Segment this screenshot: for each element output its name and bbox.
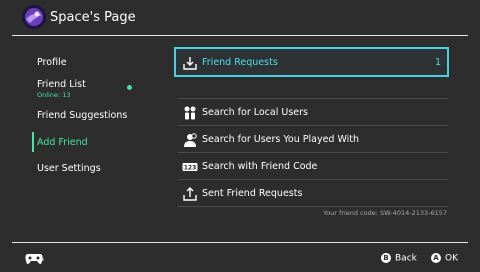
ok-label: OK: [445, 253, 458, 264]
friend-code-123-icon: 123: [182, 159, 198, 175]
sidebar-item-add-friend[interactable]: Add Friend: [37, 137, 88, 148]
sidebar-item-friend-suggestions[interactable]: Friend Suggestions: [37, 110, 127, 121]
friend-requests-label: Friend Requests: [202, 57, 278, 68]
sent-friend-requests-label: Sent Friend Requests: [202, 188, 303, 199]
controller-icon: [25, 250, 43, 266]
back-label: Back: [395, 253, 417, 264]
b-button-icon: B: [381, 253, 391, 263]
local-users-icon: [182, 105, 198, 121]
header: Space's Page: [0, 0, 480, 36]
header-divider: [12, 35, 468, 36]
svg-text:123: 123: [184, 165, 197, 172]
row-divider: [178, 206, 448, 207]
search-played-with-label: Search for Users You Played With: [202, 134, 360, 145]
online-count: Online: 13: [37, 91, 71, 99]
search-friend-code-label: Search with Friend Code: [202, 161, 318, 172]
friend-code-text: Your friend code: SW-4014-2133-6157: [323, 209, 447, 217]
selected-indicator: [32, 132, 34, 152]
row-divider: [178, 179, 448, 180]
played-with-icon: [182, 132, 198, 148]
sidebar-item-user-settings[interactable]: User Settings: [37, 163, 101, 174]
search-friend-code-button[interactable]: 123 Search with Friend Code: [178, 154, 448, 180]
sent-friend-requests-button[interactable]: Sent Friend Requests: [178, 181, 448, 207]
a-button-icon: A: [431, 253, 441, 263]
outbox-upload-icon: [182, 186, 198, 202]
online-indicator: [127, 85, 132, 90]
sidebar-item-profile[interactable]: Profile: [37, 57, 67, 68]
search-local-users-label: Search for Local Users: [202, 107, 308, 118]
friend-requests-count: 1: [434, 57, 441, 68]
footer-divider: [12, 242, 468, 243]
row-divider: [178, 98, 448, 99]
search-played-with-button[interactable]: Search for Users You Played With: [178, 127, 448, 153]
page-title: Space's Page: [50, 10, 136, 25]
avatar[interactable]: [22, 5, 46, 29]
friend-requests-button[interactable]: Friend Requests 1: [174, 47, 449, 77]
row-divider: [178, 125, 448, 126]
back-button[interactable]: B Back: [381, 253, 417, 265]
row-divider: [178, 152, 448, 153]
ok-button[interactable]: A OK: [431, 253, 458, 265]
search-local-users-button[interactable]: Search for Local Users: [178, 100, 448, 126]
inbox-download-icon: [182, 55, 198, 71]
sidebar-item-friend-list[interactable]: Friend List: [37, 79, 86, 90]
